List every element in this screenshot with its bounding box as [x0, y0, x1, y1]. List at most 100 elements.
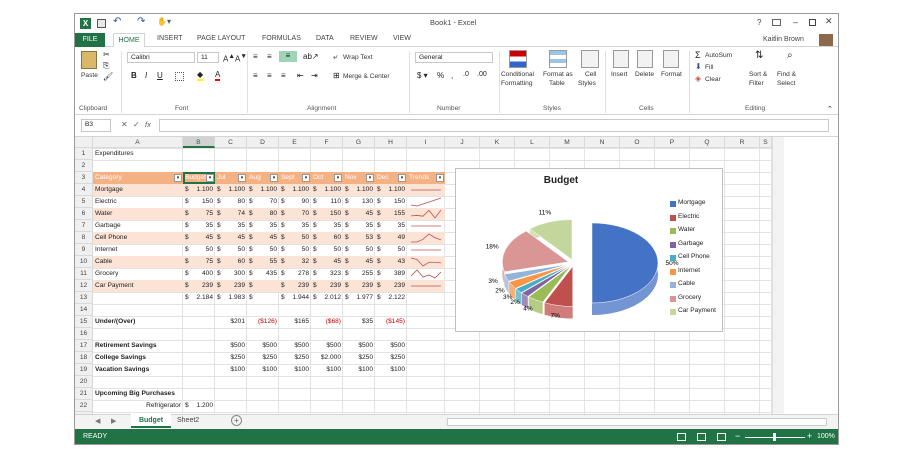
new-sheet-icon[interactable]: +	[231, 415, 242, 426]
amount-cell[interactable]: 150	[313, 208, 341, 220]
amount-cell[interactable]: 1.100	[249, 184, 277, 196]
amount-cell[interactable]: 50	[345, 244, 373, 256]
filter-dropdown-icon[interactable]: ▾	[366, 174, 374, 182]
amount-cell[interactable]: 45	[185, 232, 213, 244]
row-header[interactable]: 12	[75, 280, 93, 292]
align-center-icon[interactable]: ≡	[267, 71, 272, 80]
amount-cell[interactable]: 60	[217, 256, 245, 268]
amount-cell[interactable]: 80	[249, 208, 277, 220]
insert-cells-button[interactable]: Insert	[611, 71, 628, 78]
tab-review[interactable]: REVIEW	[350, 35, 378, 42]
amount-cell[interactable]: 50	[281, 232, 309, 244]
tab-data[interactable]: DATA	[316, 35, 334, 42]
column-header[interactable]: P	[655, 137, 690, 148]
amount-cell[interactable]: 1.100	[281, 184, 309, 196]
savings-label[interactable]: Vacation Savings	[95, 364, 181, 376]
amount-cell[interactable]: 1.100	[377, 184, 405, 196]
amount-cell[interactable]: 60	[313, 232, 341, 244]
wrap-text-icon[interactable]: ⤶	[333, 52, 337, 62]
clear-button[interactable]: Clear	[705, 76, 721, 83]
row-header[interactable]: 5	[75, 196, 93, 208]
big-purchase-item[interactable]: Refrigerator	[95, 400, 181, 412]
row-header[interactable]: 15	[75, 316, 93, 328]
row-header[interactable]: 7	[75, 220, 93, 232]
prev-sheet-icon[interactable]: ◀	[95, 417, 100, 425]
amount-cell[interactable]: 255	[345, 268, 373, 280]
collapse-ribbon-icon[interactable]: ⌃	[827, 105, 833, 113]
chart-container[interactable]: Budget 50% 7% 4% 2% 3% 2% 3% 18% 11% Mortgage Elect…	[455, 168, 723, 332]
legend-label[interactable]: Mortgage	[678, 199, 705, 206]
savings-value[interactable]: $100	[217, 364, 245, 376]
sheet-title[interactable]: Expenditures	[95, 148, 181, 160]
category-label[interactable]: Grocery	[95, 268, 181, 280]
amount-cell[interactable]: 50	[377, 244, 405, 256]
minimize-button[interactable]: –	[793, 17, 798, 27]
borders-icon[interactable]	[175, 72, 184, 81]
column-header[interactable]: D	[247, 137, 279, 148]
filter-dropdown-icon[interactable]: ▾	[436, 174, 444, 182]
column-header[interactable]: N	[585, 137, 620, 148]
conditional-formatting-icon[interactable]	[509, 50, 527, 68]
maximize-button[interactable]	[809, 19, 816, 26]
under-over-value[interactable]: ($145)	[377, 316, 405, 328]
category-label[interactable]: Internet	[95, 244, 181, 256]
row-header[interactable]: 3	[75, 172, 93, 184]
total-cell[interactable]: 1.983	[217, 292, 245, 304]
zoom-slider-thumb[interactable]	[773, 433, 776, 441]
column-header[interactable]: H	[375, 137, 407, 148]
user-name[interactable]: Kaitlin Brown	[763, 36, 804, 43]
wrap-text-button[interactable]: Wrap Text	[343, 54, 372, 61]
amount-cell[interactable]: 278	[281, 268, 309, 280]
sort-filter-icon[interactable]: ⇅	[755, 50, 763, 61]
legend-label[interactable]: Cell Phone	[678, 253, 710, 260]
filter-dropdown-icon[interactable]: ▾	[334, 174, 342, 182]
savings-value[interactable]: $500	[345, 340, 373, 352]
amount-cell[interactable]: 35	[249, 220, 277, 232]
tab-insert[interactable]: INSERT	[157, 35, 183, 42]
amount-cell[interactable]: 239	[345, 280, 373, 292]
savings-value[interactable]: $100	[313, 364, 341, 376]
savings-value[interactable]: $100	[345, 364, 373, 376]
save-icon[interactable]	[97, 19, 106, 28]
legend-label[interactable]: Garbage	[678, 240, 703, 247]
legend-label[interactable]: Cable	[678, 280, 695, 287]
amount-cell[interactable]: 35	[217, 220, 245, 232]
row-header[interactable]: 4	[75, 184, 93, 196]
savings-value[interactable]: $100	[281, 364, 309, 376]
align-middle-icon[interactable]: ≡	[267, 52, 272, 61]
savings-value[interactable]: $250	[345, 352, 373, 364]
accounting-format-icon[interactable]: $ ▾	[417, 71, 428, 80]
amount-cell[interactable]: 55	[249, 256, 277, 268]
row-header[interactable]: 16	[75, 328, 93, 340]
avatar[interactable]	[819, 34, 833, 46]
amount-cell[interactable]: 49	[377, 232, 405, 244]
increase-decimal-icon[interactable]: .0	[463, 71, 469, 78]
currency-symbol[interactable]: $	[249, 292, 277, 304]
under-over-value[interactable]: $201	[217, 316, 245, 328]
amount-cell[interactable]: 150	[377, 196, 405, 208]
format-painter-icon[interactable]: 🖌	[103, 72, 113, 81]
tab-home[interactable]: HOME	[113, 33, 145, 48]
row-header[interactable]: 10	[75, 256, 93, 268]
amount-cell[interactable]: 155	[377, 208, 405, 220]
column-header[interactable]: C	[215, 137, 247, 148]
row-header[interactable]: 20	[75, 376, 93, 388]
amount-cell[interactable]: 1.100	[185, 184, 213, 196]
amount-cell[interactable]: 50	[313, 244, 341, 256]
cancel-icon[interactable]: ✕	[121, 120, 128, 129]
row-header[interactable]: 1	[75, 148, 93, 160]
amount-cell[interactable]: 50	[281, 244, 309, 256]
find-select-icon[interactable]: ⌕	[787, 50, 793, 61]
ribbon-display-icon[interactable]	[772, 19, 781, 26]
amount-cell[interactable]: 45	[345, 208, 373, 220]
savings-value[interactable]: $250	[249, 352, 277, 364]
legend-label[interactable]: Grocery	[678, 294, 701, 301]
filter-dropdown-icon[interactable]: ▾	[302, 174, 310, 182]
format-as-table-icon[interactable]	[549, 50, 567, 68]
under-over-value[interactable]: $35	[345, 316, 373, 328]
tab-view[interactable]: VIEW	[393, 35, 411, 42]
amount-cell[interactable]: 400	[185, 268, 213, 280]
amount-cell[interactable]: 389	[377, 268, 405, 280]
amount-cell[interactable]: 70	[281, 208, 309, 220]
savings-value[interactable]: $500	[281, 340, 309, 352]
